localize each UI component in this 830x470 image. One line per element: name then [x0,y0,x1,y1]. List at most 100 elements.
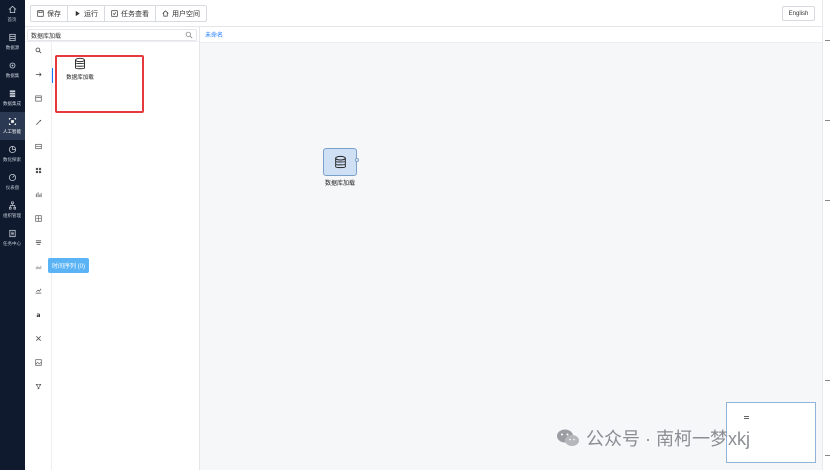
wechat-icon [557,429,579,446]
watermark: 公众号 · 南柯一梦xkj [556,425,750,451]
nav-label-dataset: 数据集 [5,73,20,79]
category-image[interactable] [33,357,44,368]
tab-untitled[interactable]: 未命名 [205,30,223,39]
stack-icon [9,90,16,98]
category-timeseries[interactable] [33,261,44,272]
nav-label-ai: 人工智能 [3,129,22,135]
grid-icon [35,167,42,174]
category-matrix[interactable] [33,213,44,224]
category-tooltip: 时间序列 (0) [48,258,90,273]
arrow-right-icon [35,72,42,77]
strip-mark [825,40,830,41]
component-search-row: 数据库加载 [25,27,200,42]
nav-label-integration: 数据集成 [3,101,22,107]
category-grid[interactable] [33,165,44,176]
run-label: 运行 [84,10,98,18]
category-text[interactable]: a [33,309,44,320]
list-icon [9,229,16,238]
strip-mark [825,455,830,456]
nav-item-ai[interactable]: 人工智能 [0,112,25,140]
nav-label-home: 首页 [7,17,17,23]
strip-mark [825,380,830,381]
tasks-button[interactable]: 任务查看 [105,6,156,21]
database-icon [9,33,16,42]
network-icon [35,383,42,390]
nav-item-dashboard[interactable]: 仪表盘 [0,168,25,196]
highlight-box [55,55,144,113]
cluster-icon [35,240,42,245]
nav-item-home[interactable]: 首页 [0,0,25,28]
nav-item-explore[interactable]: 数化探索 [0,140,25,168]
component-search-input[interactable]: 数据库加载 [27,29,197,41]
category-tools[interactable] [33,333,44,344]
canvas-tabbar: 未命名 [200,27,822,43]
matrix-icon [35,215,42,222]
toolbar-button-group: 保存 运行 任务查看 用户空间 [30,5,207,22]
node-output-port[interactable] [355,158,359,162]
strip-mark [825,120,830,121]
component-panel: 数据库加载 a 数据库加载 [25,27,200,470]
nav-label-tasks: 任务中心 [3,241,22,247]
save-icon [37,10,44,17]
left-nav: 首页 数据源 数据集 数据集成 人工智能 数化探索 仪表盘 组织管理 任务中心 [0,0,25,470]
ai-icon [8,117,17,126]
strip-mark [825,200,830,201]
rows-icon [35,143,42,150]
nav-label-datasource: 数据源 [5,45,20,51]
user-space-button[interactable]: 用户空间 [156,6,206,21]
tasks-label: 任务查看 [121,10,149,18]
app-window: 首页 数据源 数据集 数据集成 人工智能 数化探索 仪表盘 组织管理 任务中心 … [0,0,830,470]
home-icon [8,5,17,14]
language-button[interactable]: English [782,6,815,21]
image-icon [35,359,42,366]
category-network[interactable] [33,381,44,392]
toolbar: 保存 运行 任务查看 用户空间 English [25,0,822,27]
watermark-text: 公众号 · 南柯一梦xkj [586,429,750,449]
category-active-indicator [52,68,53,83]
save-button[interactable]: 保存 [31,6,68,21]
nav-label-dashboard: 仪表盘 [5,185,20,191]
wand-icon [36,119,42,125]
category-search[interactable] [33,45,44,56]
flow-node-db-load[interactable] [323,148,357,176]
nav-item-tasks[interactable]: 任务中心 [0,224,25,252]
right-scroll-strip[interactable] [822,0,830,470]
flow-node-label: 数据库加载 [324,181,355,187]
gauge-icon [8,173,17,182]
database-icon [334,155,346,168]
category-input[interactable] [33,69,44,80]
category-line-chart[interactable] [33,285,44,296]
tools-icon [36,336,41,341]
text-icon: a [36,312,40,318]
search-icon[interactable] [185,31,193,39]
flow-canvas[interactable]: 未命名 数据库加载 公众号 · 南柯一梦xkj [200,27,822,470]
run-button[interactable]: 运行 [68,6,105,21]
nav-item-dataset[interactable]: 数据集 [0,56,25,84]
nav-label-explore: 数化探索 [3,157,22,163]
area-chart-icon [35,265,42,270]
play-icon [75,10,80,17]
nav-item-datasource[interactable]: 数据源 [0,28,25,56]
pie-icon [8,145,17,154]
category-table[interactable] [33,93,44,104]
category-bar-chart[interactable] [33,189,44,200]
category-cluster[interactable] [33,237,44,248]
nav-item-integration[interactable]: 数据集成 [0,84,25,112]
task-icon [111,10,118,17]
bar-chart-icon [35,192,42,198]
user-space-label: 用户空间 [172,10,200,18]
svg-text:a: a [36,312,40,318]
gear-icon [9,62,16,69]
nav-label-org: 组织管理 [3,213,22,219]
category-column: a [25,42,52,470]
org-icon [8,201,17,210]
nav-item-org[interactable]: 组织管理 [0,196,25,224]
save-label: 保存 [47,10,61,18]
line-chart-icon [35,288,42,294]
home-icon [162,10,169,17]
category-transform[interactable] [33,117,44,128]
search-value: 数据库加载 [31,34,62,40]
category-rows[interactable] [33,141,44,152]
minimap-node [744,416,749,419]
search-icon [35,47,42,54]
